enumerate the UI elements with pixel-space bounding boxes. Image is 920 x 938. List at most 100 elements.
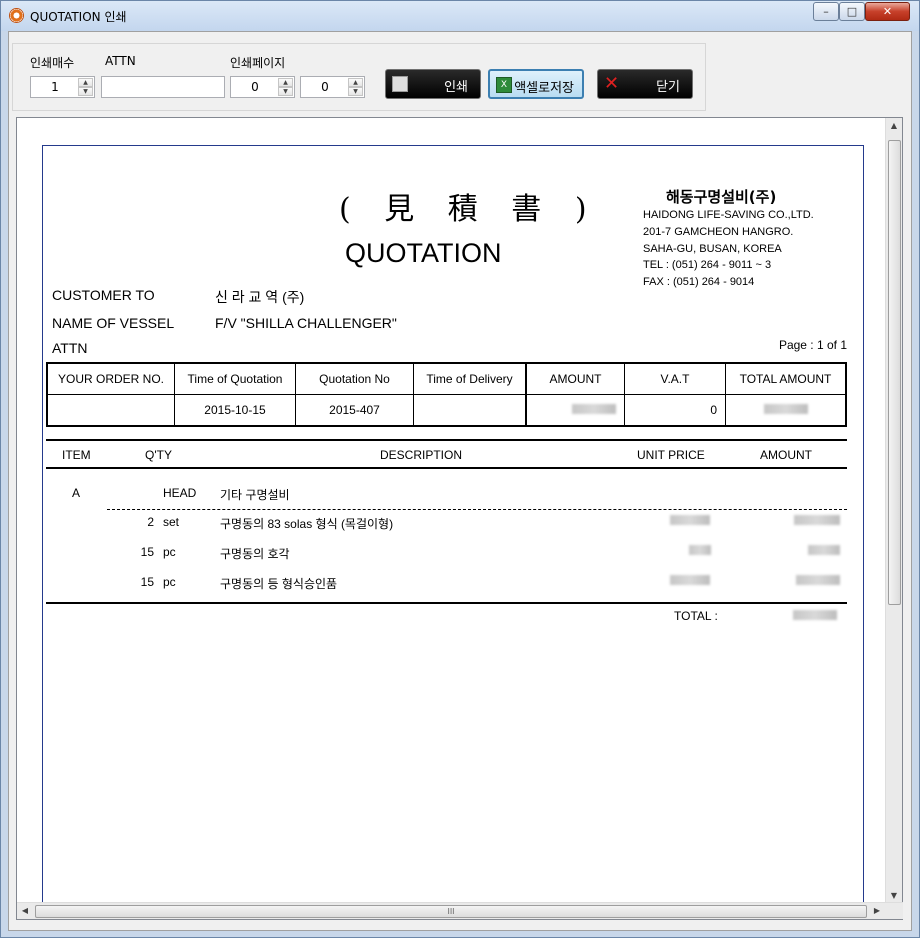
- customer-label: CUSTOMER TO: [52, 287, 155, 303]
- summary-cell-redacted: [527, 395, 624, 425]
- summary-header: TOTAL AMOUNT: [726, 364, 845, 395]
- copies-stepper[interactable]: 1 ▲ ▼: [30, 76, 95, 98]
- print-button[interactable]: 인쇄: [385, 69, 481, 99]
- company-line-3: SAHA-GU, BUSAN, KOREA: [643, 243, 782, 255]
- col-item: ITEM: [62, 448, 91, 462]
- company-fax: FAX : (051) 264 - 9014: [643, 276, 755, 288]
- items-header: ITEM Q'TY DESCRIPTION UNIT PRICE AMOUNT: [46, 439, 847, 469]
- minimize-button[interactable]: –: [813, 2, 839, 21]
- item-description: 구명동의 83 solas 형식 (목걸이형): [220, 517, 394, 531]
- item-description: 구명동의 등 형식승인품: [220, 577, 338, 591]
- summary-header: Time of Delivery: [414, 364, 525, 395]
- print-button-label: 인쇄: [444, 80, 468, 95]
- page-to-stepper[interactable]: 0 ▲ ▼: [300, 76, 365, 98]
- summary-cell: 2015-407: [329, 403, 380, 417]
- save-excel-label: 액셀로저장: [514, 81, 574, 96]
- summary-header: Time of Quotation: [175, 364, 295, 395]
- maximize-button[interactable]: □: [839, 2, 865, 21]
- attn-label: ATTN: [105, 54, 136, 68]
- summary-header: AMOUNT: [527, 364, 624, 395]
- page-from-stepper[interactable]: 0 ▲ ▼: [230, 76, 295, 98]
- col-unit-price: UNIT PRICE: [637, 448, 705, 462]
- copies-value: 1: [51, 80, 59, 94]
- summary-cell: [414, 395, 525, 425]
- page-indicator: Page : 1 of 1: [778, 338, 847, 352]
- table-row: 2 set 구명동의 83 solas 형식 (목걸이형): [46, 515, 847, 533]
- group-code: A: [72, 486, 81, 500]
- vessel-value: F/V "SHILLA CHALLENGER": [215, 315, 397, 331]
- window-title: QUOTATION 인쇄: [30, 10, 127, 24]
- col-amount: AMOUNT: [760, 448, 812, 462]
- company-line-1: HAIDONG LIFE-SAVING CO.,LTD.: [643, 209, 814, 221]
- scroll-up-icon[interactable]: ▲: [886, 118, 902, 134]
- vertical-scrollbar[interactable]: ▲ ▼: [885, 118, 902, 904]
- spin-down-icon[interactable]: ▼: [78, 87, 93, 96]
- title-cjk: ( 見 積 書 ): [339, 192, 599, 227]
- vertical-scroll-thumb[interactable]: [888, 140, 901, 605]
- items-bottom-rule: [46, 602, 847, 604]
- summary-cell-redacted: [726, 395, 845, 425]
- total-value-redacted: [793, 609, 837, 623]
- page-from-spin[interactable]: ▲ ▼: [278, 78, 293, 96]
- printer-icon: [392, 76, 408, 92]
- report-viewer[interactable]: ( 見 積 書 ) QUOTATION 해동구명설비(주) HAIDONG LI…: [16, 117, 903, 920]
- title-quotation: QUOTATION: [345, 238, 502, 268]
- col-description: DESCRIPTION: [380, 448, 463, 462]
- spin-down-icon[interactable]: ▼: [278, 87, 293, 96]
- close-window-button[interactable]: ✕: [865, 2, 910, 21]
- close-button-label: 닫기: [656, 80, 680, 95]
- horizontal-scrollbar[interactable]: ◀ III ▶: [17, 902, 903, 919]
- group-description: 기타 구명설비: [220, 488, 290, 502]
- excel-icon: X: [496, 77, 512, 93]
- summary-cell: 0: [710, 403, 717, 417]
- summary-col-order: YOUR ORDER NO.: [48, 364, 175, 425]
- group-divider: [107, 509, 847, 510]
- page-to-value: 0: [321, 80, 329, 94]
- item-unit: set: [163, 515, 180, 529]
- summary-header: Quotation No: [296, 364, 413, 395]
- summary-col-amount: AMOUNT: [527, 364, 625, 425]
- title-bar[interactable]: QUOTATION 인쇄 – □ ✕: [1, 1, 919, 31]
- app-lifebuoy-icon: [9, 8, 24, 23]
- spin-up-icon[interactable]: ▲: [78, 78, 93, 87]
- quotation-page: ( 見 積 書 ) QUOTATION 해동구명설비(주) HAIDONG LI…: [42, 145, 864, 905]
- page-to-spin[interactable]: ▲ ▼: [348, 78, 363, 96]
- copies-spin[interactable]: ▲ ▼: [78, 78, 93, 96]
- scroll-right-icon[interactable]: ▶: [869, 903, 885, 919]
- scroll-left-icon[interactable]: ◀: [17, 903, 33, 919]
- summary-col-quotation-no: Quotation No 2015-407: [296, 364, 414, 425]
- quotation-print-window: QUOTATION 인쇄 – □ ✕ 인쇄매수 1 ▲ ▼ ATTN 인쇄페이지…: [0, 0, 920, 938]
- attn-input[interactable]: [101, 76, 225, 98]
- company-name: 해동구명설비(주): [666, 188, 777, 206]
- save-excel-button[interactable]: X 액셀로저장: [488, 69, 584, 99]
- horizontal-scroll-thumb[interactable]: III: [35, 905, 867, 918]
- item-qty: 15: [140, 575, 154, 589]
- copies-label: 인쇄매수: [30, 56, 75, 70]
- vessel-label: NAME OF VESSEL: [52, 315, 175, 331]
- summary-col-total: TOTAL AMOUNT: [726, 364, 845, 425]
- spin-down-icon[interactable]: ▼: [348, 87, 363, 96]
- item-qty: 2: [147, 515, 154, 529]
- item-unit: pc: [163, 575, 176, 589]
- summary-col-time-quotation: Time of Quotation 2015-10-15: [175, 364, 296, 425]
- item-unit: pc: [163, 545, 176, 559]
- summary-cell: [48, 395, 174, 425]
- col-qty: Q'TY: [145, 448, 172, 462]
- close-button[interactable]: ✕ 닫기: [597, 69, 693, 99]
- summary-col-vat: V.A.T 0: [625, 364, 726, 425]
- summary-col-delivery: Time of Delivery: [414, 364, 527, 425]
- company-line-2: 201-7 GAMCHEON HANGRO.: [643, 226, 794, 238]
- item-description: 구명동의 호각: [220, 547, 290, 561]
- spin-up-icon[interactable]: ▲: [348, 78, 363, 87]
- group-row: A HEAD 기타 구명설비: [46, 486, 847, 504]
- total-label: TOTAL :: [674, 609, 718, 623]
- table-row: 15 pc 구명동의 등 형식승인품: [46, 575, 847, 593]
- summary-table: YOUR ORDER NO. Time of Quotation 2015-10…: [46, 362, 847, 427]
- item-qty: 15: [140, 545, 154, 559]
- client-area: 인쇄매수 1 ▲ ▼ ATTN 인쇄페이지 0 ▲ ▼ 0 ▲ ▼ 인쇄 X 액…: [8, 31, 912, 931]
- table-row: 15 pc 구명동의 호각: [46, 545, 847, 563]
- close-x-icon: ✕: [604, 73, 620, 94]
- print-pages-label: 인쇄페이지: [230, 56, 286, 70]
- summary-cell: 2015-10-15: [204, 403, 266, 417]
- spin-up-icon[interactable]: ▲: [278, 78, 293, 87]
